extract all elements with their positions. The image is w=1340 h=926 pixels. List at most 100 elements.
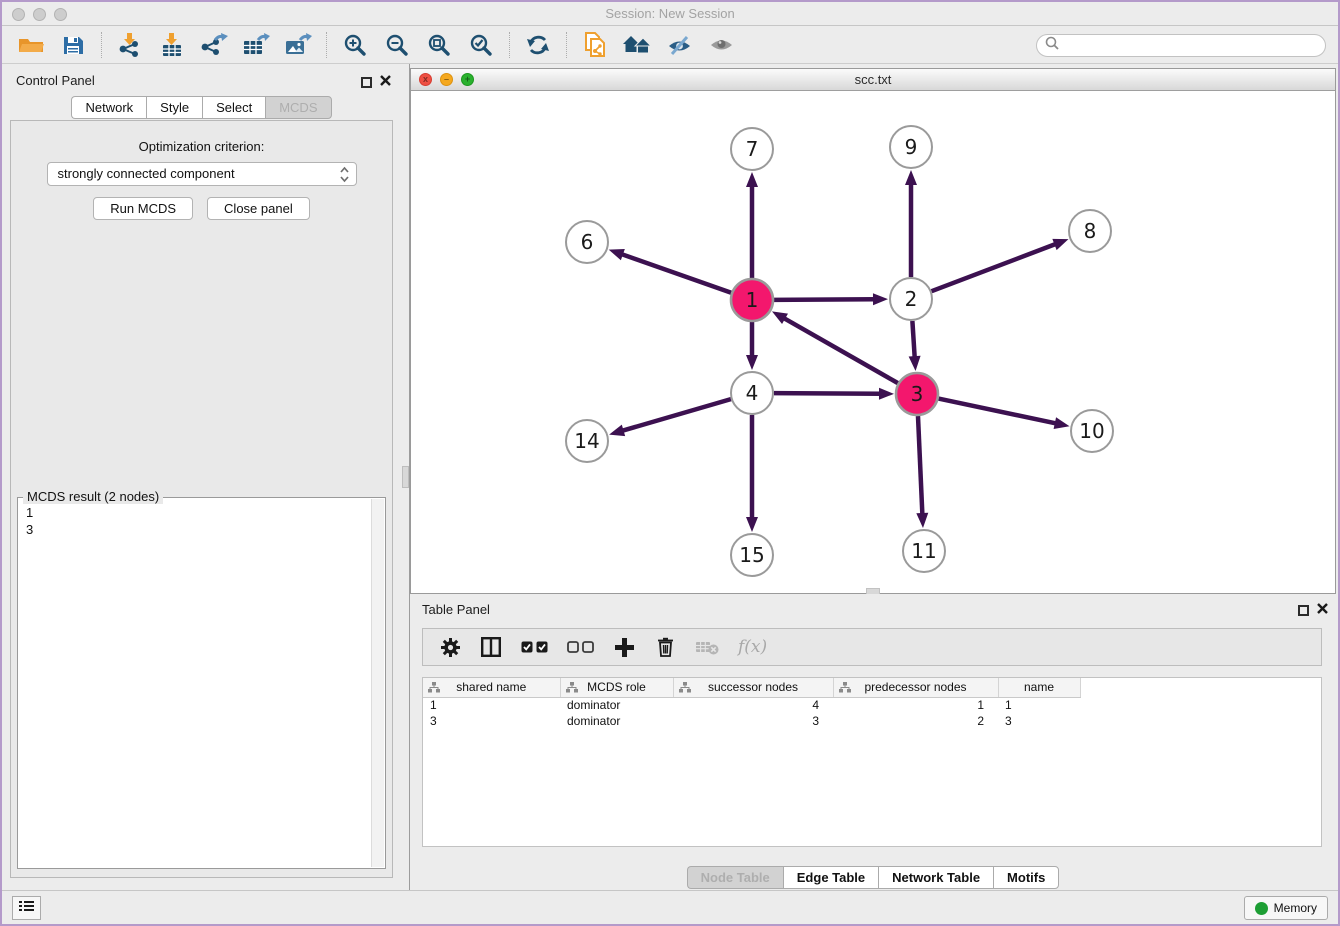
graph-node-3[interactable]: 3: [896, 373, 938, 415]
optimization-label: Optimization criterion:: [11, 139, 392, 154]
column-header-shared-name[interactable]: shared name: [423, 678, 560, 697]
zoom-out-icon[interactable]: [380, 30, 414, 60]
graph-node-6[interactable]: 6: [566, 221, 608, 263]
graph-node-7[interactable]: 7: [731, 128, 773, 170]
export-image-icon[interactable]: [281, 30, 315, 60]
close-table-panel-icon[interactable]: [1317, 601, 1328, 619]
svg-text:4: 4: [746, 381, 759, 405]
tab-edge-table[interactable]: Edge Table: [783, 866, 878, 889]
float-table-panel-icon[interactable]: [1298, 605, 1309, 616]
main-toolbar: [2, 27, 1338, 64]
graph-edge-4-14[interactable]: [622, 399, 731, 431]
home-icon[interactable]: [620, 30, 654, 60]
graph-node-10[interactable]: 10: [1071, 410, 1113, 452]
tab-motifs[interactable]: Motifs: [993, 866, 1059, 889]
graph-node-15[interactable]: 15: [731, 534, 773, 576]
tab-node-table[interactable]: Node Table: [687, 866, 783, 889]
export-network-icon[interactable]: [197, 30, 231, 60]
zoom-in-icon[interactable]: [338, 30, 372, 60]
tab-network[interactable]: Network: [71, 96, 146, 119]
column-header-name[interactable]: name: [998, 678, 1080, 697]
tab-mcds[interactable]: MCDS: [265, 96, 331, 119]
vertical-splitter[interactable]: [401, 64, 410, 892]
table-toolbar: f(x): [422, 628, 1322, 666]
graph-edge-2-3[interactable]: [912, 321, 914, 358]
search-field[interactable]: [1036, 34, 1326, 57]
mcds-result-title: MCDS result (2 nodes): [23, 489, 163, 504]
column-header-MCDS-role[interactable]: MCDS role: [560, 678, 673, 697]
svg-text:3: 3: [911, 382, 924, 406]
deselect-all-icon[interactable]: [567, 641, 594, 653]
memory-button[interactable]: Memory: [1244, 896, 1328, 920]
zoom-fit-icon[interactable]: [422, 30, 456, 60]
svg-text:10: 10: [1079, 419, 1104, 443]
network-canvas[interactable]: 1 2 3 4 6 7 8 9 10 11 14 15: [411, 91, 1335, 593]
maximize-view-icon[interactable]: +: [461, 73, 474, 86]
edge-arrowhead: [746, 172, 758, 187]
node-table[interactable]: shared nameMCDS rolesuccessor nodesprede…: [422, 677, 1322, 847]
graph-node-1[interactable]: 1: [731, 279, 773, 321]
svg-text:1: 1: [746, 288, 759, 312]
network-graph[interactable]: 1 2 3 4 6 7 8 9 10 11 14 15: [411, 91, 1335, 594]
import-network-icon[interactable]: [113, 30, 147, 60]
float-panel-icon[interactable]: [361, 77, 372, 88]
close-panel-icon[interactable]: [380, 73, 391, 91]
table-row[interactable]: 3dominator323: [423, 713, 1321, 729]
save-icon[interactable]: [56, 30, 90, 60]
maximize-window-icon[interactable]: [54, 8, 67, 21]
graph-edge-3-10[interactable]: [939, 399, 1057, 424]
graph-node-11[interactable]: 11: [903, 530, 945, 572]
open-folder-icon[interactable]: [14, 30, 48, 60]
edge-arrowhead: [746, 517, 758, 532]
run-mcds-button[interactable]: Run MCDS: [93, 197, 193, 220]
graph-edge-2-8[interactable]: [932, 244, 1057, 291]
splitter-grip[interactable]: [402, 466, 409, 488]
close-window-icon[interactable]: [12, 8, 25, 21]
task-history-button[interactable]: [12, 896, 41, 920]
result-scrollbar[interactable]: [371, 499, 384, 867]
graph-edge-3-11[interactable]: [918, 416, 922, 515]
tab-select[interactable]: Select: [202, 96, 265, 119]
show-icon[interactable]: [704, 30, 738, 60]
gear-icon[interactable]: [439, 637, 461, 658]
toolbar-separator: [566, 32, 567, 58]
graph-node-14[interactable]: 14: [566, 420, 608, 462]
tree-icon: [428, 682, 440, 693]
graph-edge-3-1[interactable]: [783, 318, 898, 383]
column-header-predecessor-nodes[interactable]: predecessor nodes: [833, 678, 998, 697]
optimization-dropdown[interactable]: strongly connected component: [47, 162, 357, 186]
zoom-selected-icon[interactable]: [464, 30, 498, 60]
toolbar-separator: [509, 32, 510, 58]
graph-node-2[interactable]: 2: [890, 278, 932, 320]
tab-network-table[interactable]: Network Table: [878, 866, 993, 889]
minimize-view-icon[interactable]: –: [440, 73, 453, 86]
minimize-window-icon[interactable]: [33, 8, 46, 21]
control-panel-tabs: NetworkStyleSelectMCDS: [2, 96, 401, 119]
network-file-icon[interactable]: [578, 30, 612, 60]
split-columns-icon[interactable]: [480, 637, 502, 657]
select-all-icon[interactable]: [521, 641, 548, 653]
close-view-icon[interactable]: x: [419, 73, 432, 86]
close-panel-button[interactable]: Close panel: [207, 197, 310, 220]
graph-node-4[interactable]: 4: [731, 372, 773, 414]
table-row[interactable]: 1dominator411: [423, 697, 1321, 713]
hide-icon[interactable]: [662, 30, 696, 60]
add-column-icon[interactable]: [613, 638, 635, 657]
tab-style[interactable]: Style: [146, 96, 202, 119]
graph-node-9[interactable]: 9: [890, 126, 932, 168]
graph-edge-1-6[interactable]: [621, 254, 731, 293]
export-table-icon[interactable]: [239, 30, 273, 60]
graph-node-8[interactable]: 8: [1069, 210, 1111, 252]
column-header-successor-nodes[interactable]: successor nodes: [673, 678, 833, 697]
network-window-titlebar[interactable]: x – + scc.txt: [411, 69, 1335, 91]
window-controls[interactable]: [12, 8, 67, 21]
graph-edge-1-2[interactable]: [774, 299, 875, 300]
delete-column-icon[interactable]: [654, 637, 676, 657]
memory-status-icon: [1255, 902, 1268, 915]
import-table-icon[interactable]: [155, 30, 189, 60]
graph-edge-4-3[interactable]: [774, 393, 881, 394]
search-input[interactable]: [1064, 36, 1325, 55]
edge-arrowhead: [909, 356, 921, 371]
edge-arrowhead: [772, 311, 788, 324]
refresh-icon[interactable]: [521, 30, 555, 60]
